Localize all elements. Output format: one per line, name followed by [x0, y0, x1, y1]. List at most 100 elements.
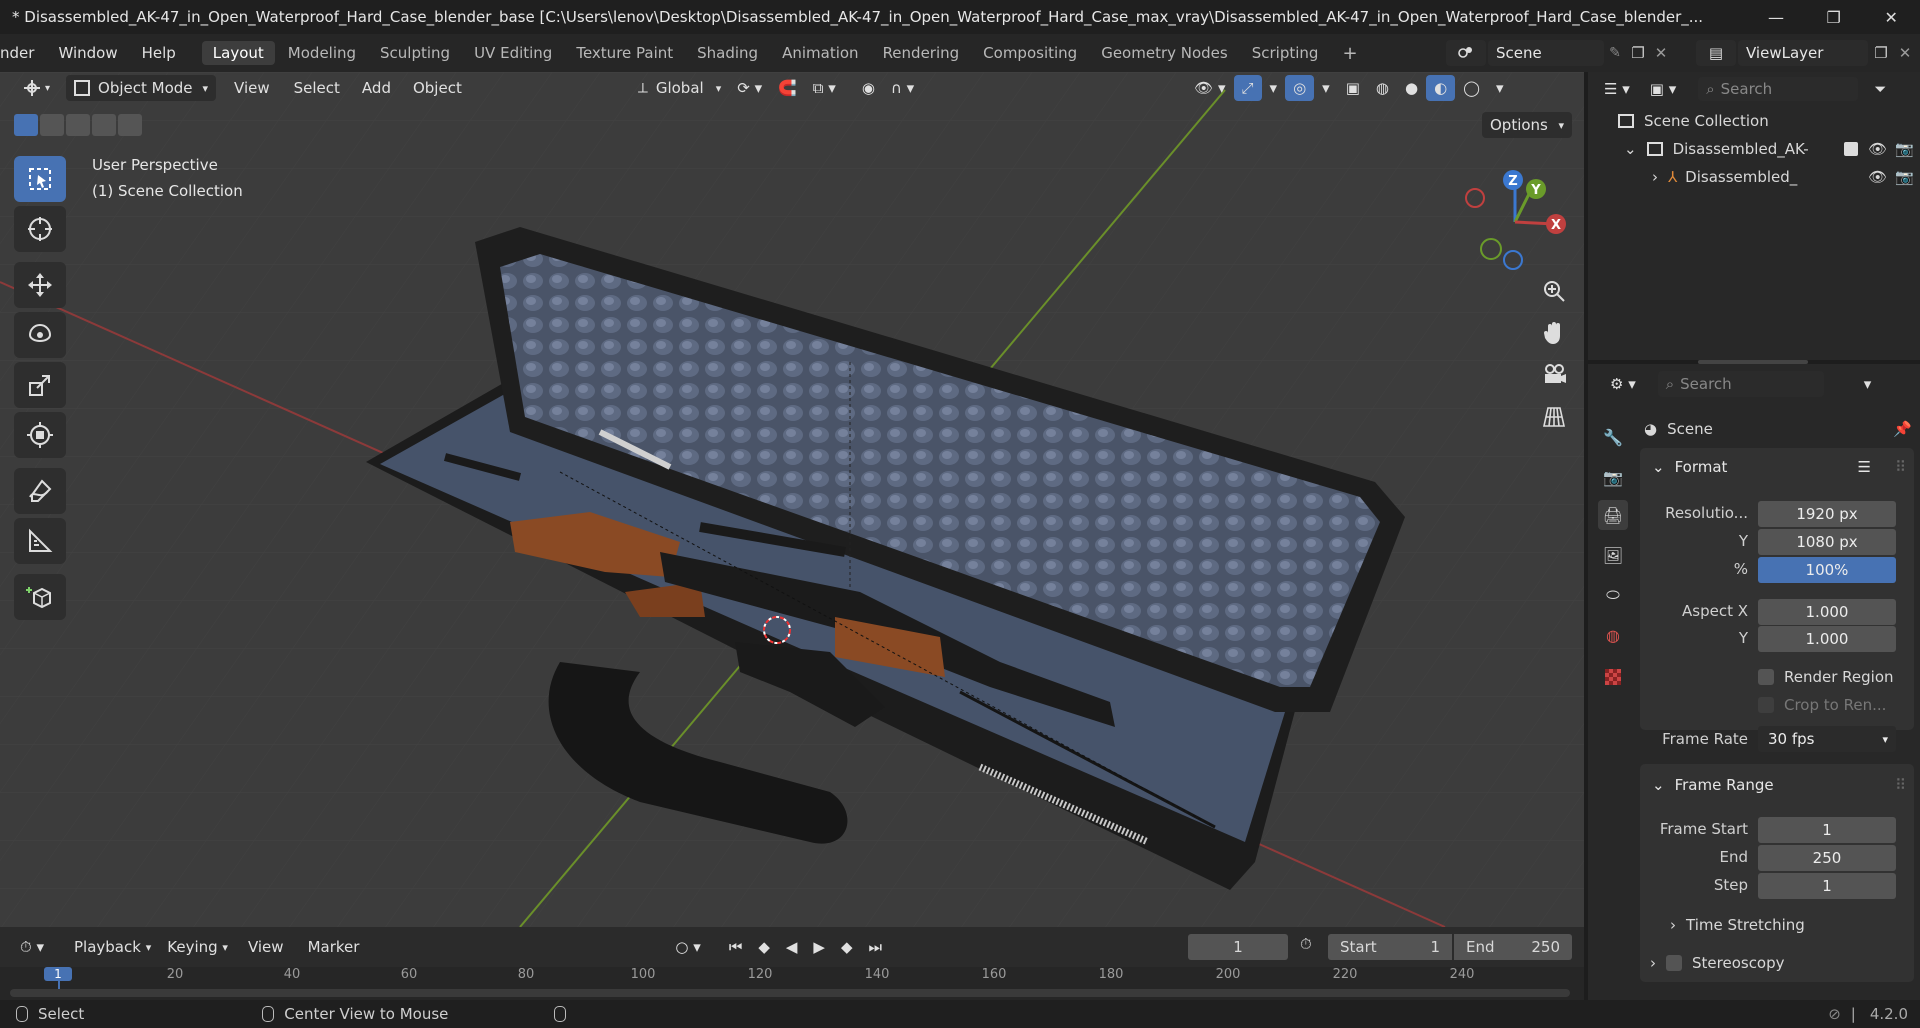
format-panel-header[interactable]: ⌄ Format ☰ ⠿	[1644, 450, 1912, 484]
close-button[interactable]: ✕	[1862, 0, 1920, 34]
playhead[interactable]: 1	[44, 967, 72, 981]
timeline-scrollbar[interactable]	[10, 989, 1570, 997]
gizmo-toggle-icon[interactable]: ⤢	[1233, 75, 1262, 101]
camera-view-icon[interactable]	[1535, 356, 1573, 394]
expand-chevron-icon[interactable]: ›	[1652, 168, 1658, 186]
menu-playback[interactable]: Playback ▾	[66, 934, 159, 960]
transform-orientation-dropdown[interactable]: ⟂ Global ▾	[630, 75, 729, 101]
wireframe-shading-icon[interactable]: ◍	[1368, 75, 1397, 101]
aspect-y-field[interactable]: 1.000	[1758, 626, 1896, 652]
transform-tool[interactable]	[14, 412, 66, 458]
properties-options-icon[interactable]: ▾	[1856, 371, 1880, 397]
select-subtract-icon[interactable]	[66, 114, 90, 136]
snap-icon[interactable]: 🧲	[770, 75, 805, 101]
cursor-tool[interactable]	[14, 206, 66, 252]
outliner-search[interactable]: ⌕ Search	[1698, 77, 1859, 101]
view-layer-field[interactable]: ViewLayer	[1738, 40, 1868, 66]
select-extend-icon[interactable]	[40, 114, 64, 136]
snap-target-icon[interactable]: ⧉ ▾	[805, 75, 844, 101]
delete-view-layer-icon[interactable]: ✕	[1894, 44, 1916, 62]
new-scene-icon[interactable]: ❐	[1626, 44, 1650, 62]
properties-search[interactable]: ⌕ Search	[1657, 371, 1824, 397]
menu-add[interactable]: Add	[354, 75, 399, 101]
zoom-icon[interactable]	[1535, 272, 1573, 310]
timeline-editor-type-icon[interactable]: ⏱ ▾	[12, 934, 52, 960]
annotate-tool[interactable]	[14, 468, 66, 514]
start-frame-field[interactable]: Start 1	[1328, 934, 1452, 960]
select-new-icon[interactable]	[14, 114, 38, 136]
current-frame-field[interactable]: 1	[1188, 934, 1288, 960]
next-keyframe-icon[interactable]: ◆	[833, 934, 861, 960]
display-mode-icon[interactable]: ▣ ▾	[1642, 76, 1684, 102]
add-workspace-button[interactable]: +	[1331, 40, 1368, 67]
tab-rendering[interactable]: Rendering	[872, 41, 971, 65]
visibility-icon[interactable]: 👁 ▾	[1186, 75, 1233, 101]
frame-step-field[interactable]: 1	[1758, 873, 1896, 899]
time-stretching-subpanel[interactable]: › Time Stretching	[1670, 916, 1805, 934]
tool-tab-icon[interactable]: 🔧	[1598, 422, 1628, 452]
render-camera-icon[interactable]: 📷	[1895, 140, 1914, 158]
select-invert-icon[interactable]	[92, 114, 116, 136]
menu-file-partial[interactable]: nder	[0, 44, 46, 62]
render-region-toggle[interactable]: Render Region	[1758, 668, 1894, 686]
texture-tab-icon[interactable]	[1598, 662, 1628, 692]
delete-scene-icon[interactable]: ✕	[1650, 44, 1672, 62]
editor-type-icon[interactable]: ▾	[14, 75, 58, 101]
scene-icon[interactable]	[1446, 40, 1486, 66]
frame-rate-dropdown[interactable]: 30 fps ▾	[1758, 726, 1896, 752]
object-render-camera-icon[interactable]: 📷	[1895, 168, 1914, 186]
frame-range-panel-header[interactable]: ⌄ Frame Range ⠿	[1644, 768, 1912, 802]
tab-animation[interactable]: Animation	[771, 41, 869, 65]
tab-scripting[interactable]: Scripting	[1241, 41, 1330, 65]
new-view-layer-icon[interactable]: ❐	[1868, 44, 1894, 62]
move-tool[interactable]	[14, 262, 66, 308]
overlays-toggle-icon[interactable]: ◎	[1285, 75, 1315, 101]
render-region-checkbox[interactable]	[1758, 669, 1774, 685]
3d-viewport[interactable]: ▾ Object Mode ▾ View Select Add Object ⟂…	[0, 72, 1584, 927]
crop-checkbox[interactable]	[1758, 697, 1774, 713]
drag-handle-icon[interactable]: ⠿	[1895, 458, 1906, 476]
menu-view[interactable]: View	[226, 75, 278, 101]
tab-geometry-nodes[interactable]: Geometry Nodes	[1090, 41, 1239, 65]
tab-compositing[interactable]: Compositing	[972, 41, 1088, 65]
menu-object[interactable]: Object	[405, 75, 470, 101]
tab-uv-editing[interactable]: UV Editing	[463, 41, 563, 65]
falloff-icon[interactable]: ∩ ▾	[883, 75, 922, 101]
gizmo-dropdown-icon[interactable]: ▾	[1262, 75, 1286, 101]
view-layer-tab-icon[interactable]: 🖼	[1598, 540, 1628, 570]
auto-keying-icon[interactable]: ○ ▾	[667, 934, 708, 960]
material-shading-icon[interactable]: ◐	[1426, 75, 1456, 101]
presets-list-icon[interactable]: ☰	[1858, 458, 1871, 476]
xray-icon[interactable]: ▣	[1338, 75, 1368, 101]
overlays-dropdown-icon[interactable]: ▾	[1314, 75, 1338, 101]
exclude-checkbox-icon[interactable]	[1844, 142, 1859, 156]
play-icon[interactable]: ▶	[805, 934, 833, 960]
stopwatch-icon[interactable]: ⏱	[1300, 935, 1312, 953]
frame-start-field[interactable]: 1	[1758, 817, 1896, 843]
frame-end-field[interactable]: 250	[1758, 845, 1896, 871]
render-tab-icon[interactable]: 📷	[1598, 462, 1628, 492]
resolution-x-field[interactable]: 1920 px	[1758, 501, 1896, 527]
resolution-percent-field[interactable]: 100%	[1758, 557, 1896, 583]
rotate-tool[interactable]	[14, 312, 66, 358]
outliner-editor-type-icon[interactable]: ☰ ▾	[1596, 76, 1638, 102]
end-frame-field[interactable]: End 250	[1454, 934, 1572, 960]
measure-tool[interactable]	[14, 518, 66, 564]
pan-hand-icon[interactable]	[1535, 314, 1573, 352]
tab-layout[interactable]: Layout	[201, 41, 275, 65]
output-tab-icon[interactable]: 🖨	[1598, 500, 1628, 530]
select-intersect-icon[interactable]	[118, 114, 142, 136]
resolution-y-field[interactable]: 1080 px	[1758, 529, 1896, 555]
jump-start-icon[interactable]: ⏮	[721, 934, 751, 960]
timeline-ruler[interactable]: 20 40 60 80 100 120 140 160 180 200 220 240 1	[0, 967, 1584, 1000]
collapse-chevron-icon[interactable]: ⌄	[1624, 140, 1637, 158]
outliner-root[interactable]: Scene Collection	[1618, 112, 1769, 130]
menu-select[interactable]: Select	[286, 75, 348, 101]
jump-end-icon[interactable]: ⏭	[861, 934, 891, 960]
filter-icon[interactable]: ⏷	[1866, 76, 1894, 102]
select-box-tool[interactable]	[14, 156, 66, 202]
shading-dropdown-icon[interactable]: ▾	[1488, 75, 1512, 101]
solid-shading-icon[interactable]: ●	[1397, 75, 1426, 101]
outliner-collection-row[interactable]: ⌄ Disassembled_AK- 👁 📷	[1624, 140, 1914, 158]
tab-sculpting[interactable]: Sculpting	[369, 41, 461, 65]
